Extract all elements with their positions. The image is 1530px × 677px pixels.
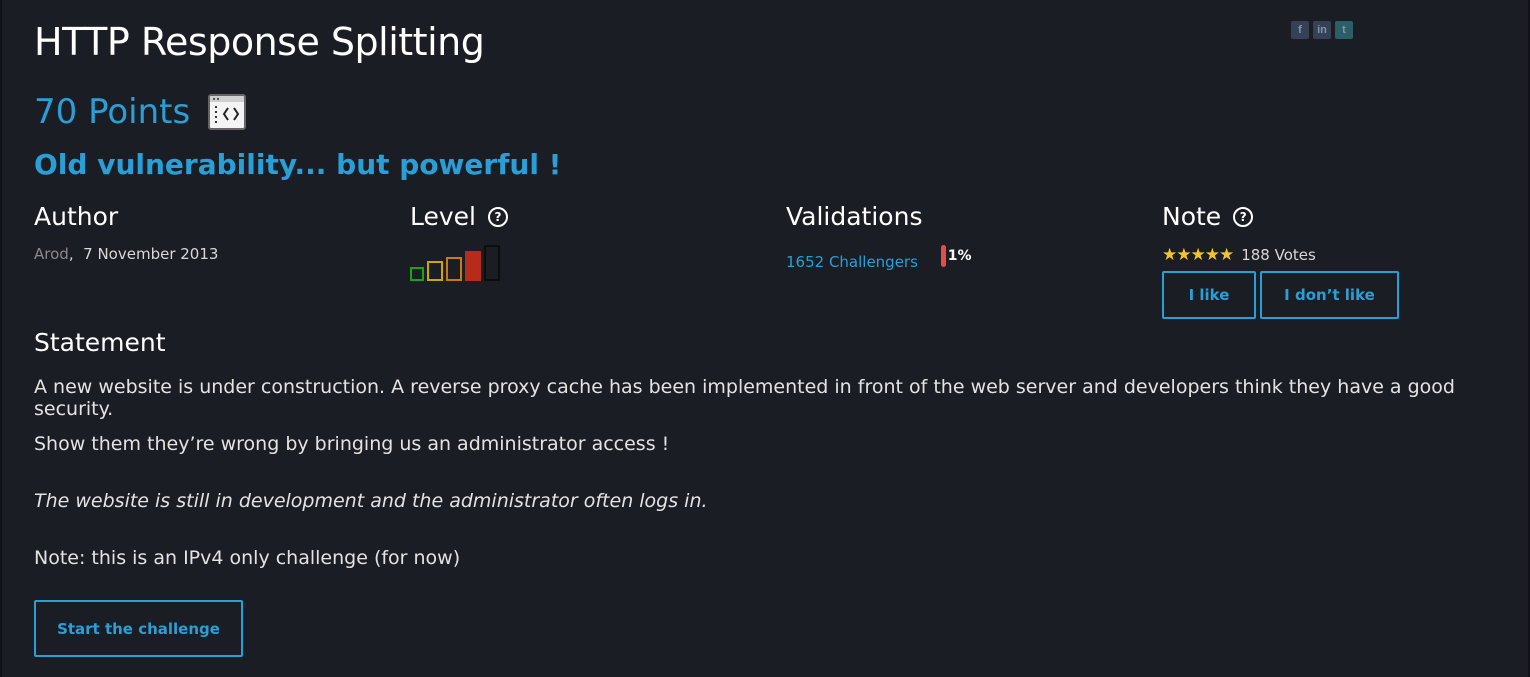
author-heading: Author: [34, 202, 119, 231]
challengers-link[interactable]: 1652 Challengers: [786, 253, 918, 271]
like-button[interactable]: I like: [1162, 271, 1256, 319]
validations-heading: Validations: [786, 202, 923, 231]
statement-hint: The website is still in development and …: [34, 490, 708, 512]
social-share: f in t: [1291, 21, 1353, 39]
author-meta: Arod, 7 November 2013: [34, 245, 218, 263]
star-rating-icon: ★★★★★: [1162, 245, 1234, 265]
points-row: 70 Points: [34, 92, 247, 132]
votes-count: 188 Votes: [1241, 246, 1316, 264]
challenge-title: HTTP Response Splitting: [34, 20, 485, 64]
author-link[interactable]: Arod: [34, 245, 69, 263]
statement-paragraph: A new website is under construction. A r…: [34, 376, 1455, 420]
author-section: Author Arod, 7 November 2013: [34, 202, 218, 263]
level-bar: [484, 245, 500, 281]
question-circle-icon[interactable]: ?: [1233, 206, 1254, 227]
author-separator: ,: [68, 245, 74, 263]
level-bar: [410, 267, 424, 281]
linkedin-icon[interactable]: in: [1313, 21, 1331, 39]
level-bar: [465, 251, 481, 281]
challenge-points: 70 Points: [34, 92, 191, 132]
note-heading: Note ?: [1162, 202, 1316, 231]
facebook-icon[interactable]: f: [1291, 21, 1309, 39]
vote-buttons: I like I don’t like: [1162, 271, 1399, 319]
web-server-icon: [208, 94, 247, 130]
validation-percent: 1%: [940, 245, 971, 267]
twitter-icon[interactable]: t: [1335, 21, 1353, 39]
challenge-subtitle: Old vulnerability... but powerful !: [34, 148, 562, 181]
statement-note: Note: this is an IPv4 only challenge (fo…: [34, 547, 461, 569]
statement-paragraph: Show them they’re wrong by bringing us a…: [34, 433, 670, 455]
level-bar: [446, 257, 462, 281]
validations-meta: 1652 Challengers 1%: [786, 245, 971, 271]
note-meta: ★★★★★ 188 Votes: [1162, 245, 1316, 265]
level-bar: [427, 261, 443, 281]
author-date: 7 November 2013: [83, 245, 219, 263]
validations-section: Validations 1652 Challengers 1%: [786, 202, 971, 271]
level-heading: Level ?: [410, 202, 508, 231]
note-section: Note ? ★★★★★ 188 Votes: [1162, 202, 1316, 265]
level-bars: [410, 245, 510, 287]
start-challenge-button[interactable]: Start the challenge: [34, 600, 243, 657]
question-circle-icon[interactable]: ?: [488, 206, 508, 227]
statement-heading: Statement: [34, 328, 166, 357]
page-frame: HTTP Response Splitting f in t 70 Points…: [0, 0, 1530, 677]
level-section: Level ?: [410, 202, 508, 231]
dislike-button[interactable]: I don’t like: [1260, 271, 1399, 319]
percent-bar: [940, 245, 946, 267]
